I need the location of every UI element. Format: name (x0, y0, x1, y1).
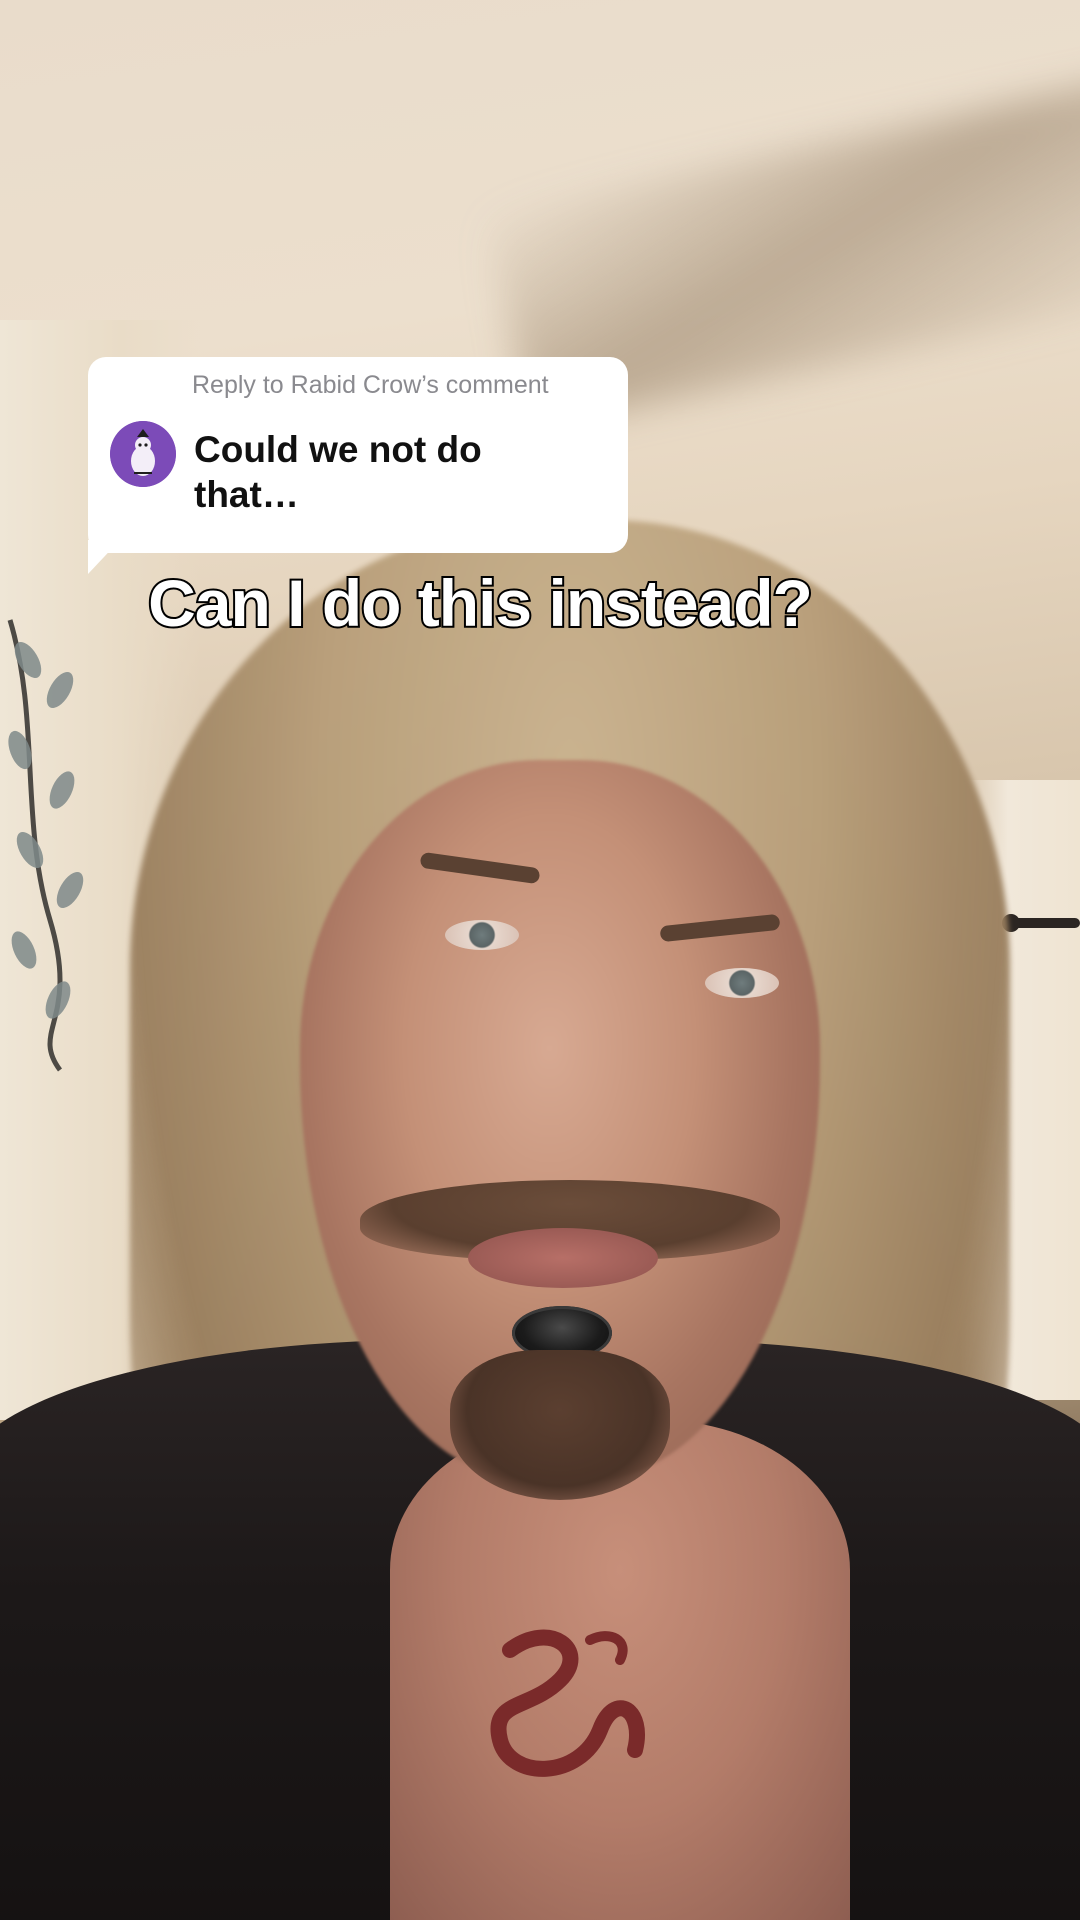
curtain-rod (1002, 914, 1080, 932)
crow-avatar-icon[interactable] (110, 421, 176, 487)
reply-comment-card[interactable]: Reply to Rabid Crow’s comment Could we n… (88, 357, 628, 553)
left-eye (445, 920, 519, 950)
reply-comment-text: Could we not do that… (194, 429, 482, 515)
reply-header: Reply to Rabid Crow’s comment (192, 371, 549, 399)
person-goatee (450, 1350, 670, 1500)
person-lips (468, 1228, 658, 1288)
right-eye (705, 968, 779, 998)
om-tattoo (490, 1629, 645, 1777)
wall-decor-branch (7, 619, 84, 1072)
video-frame[interactable]: Reply to Rabid Crow’s comment Could we n… (0, 0, 1080, 1920)
video-caption: Can I do this instead? (146, 564, 815, 642)
